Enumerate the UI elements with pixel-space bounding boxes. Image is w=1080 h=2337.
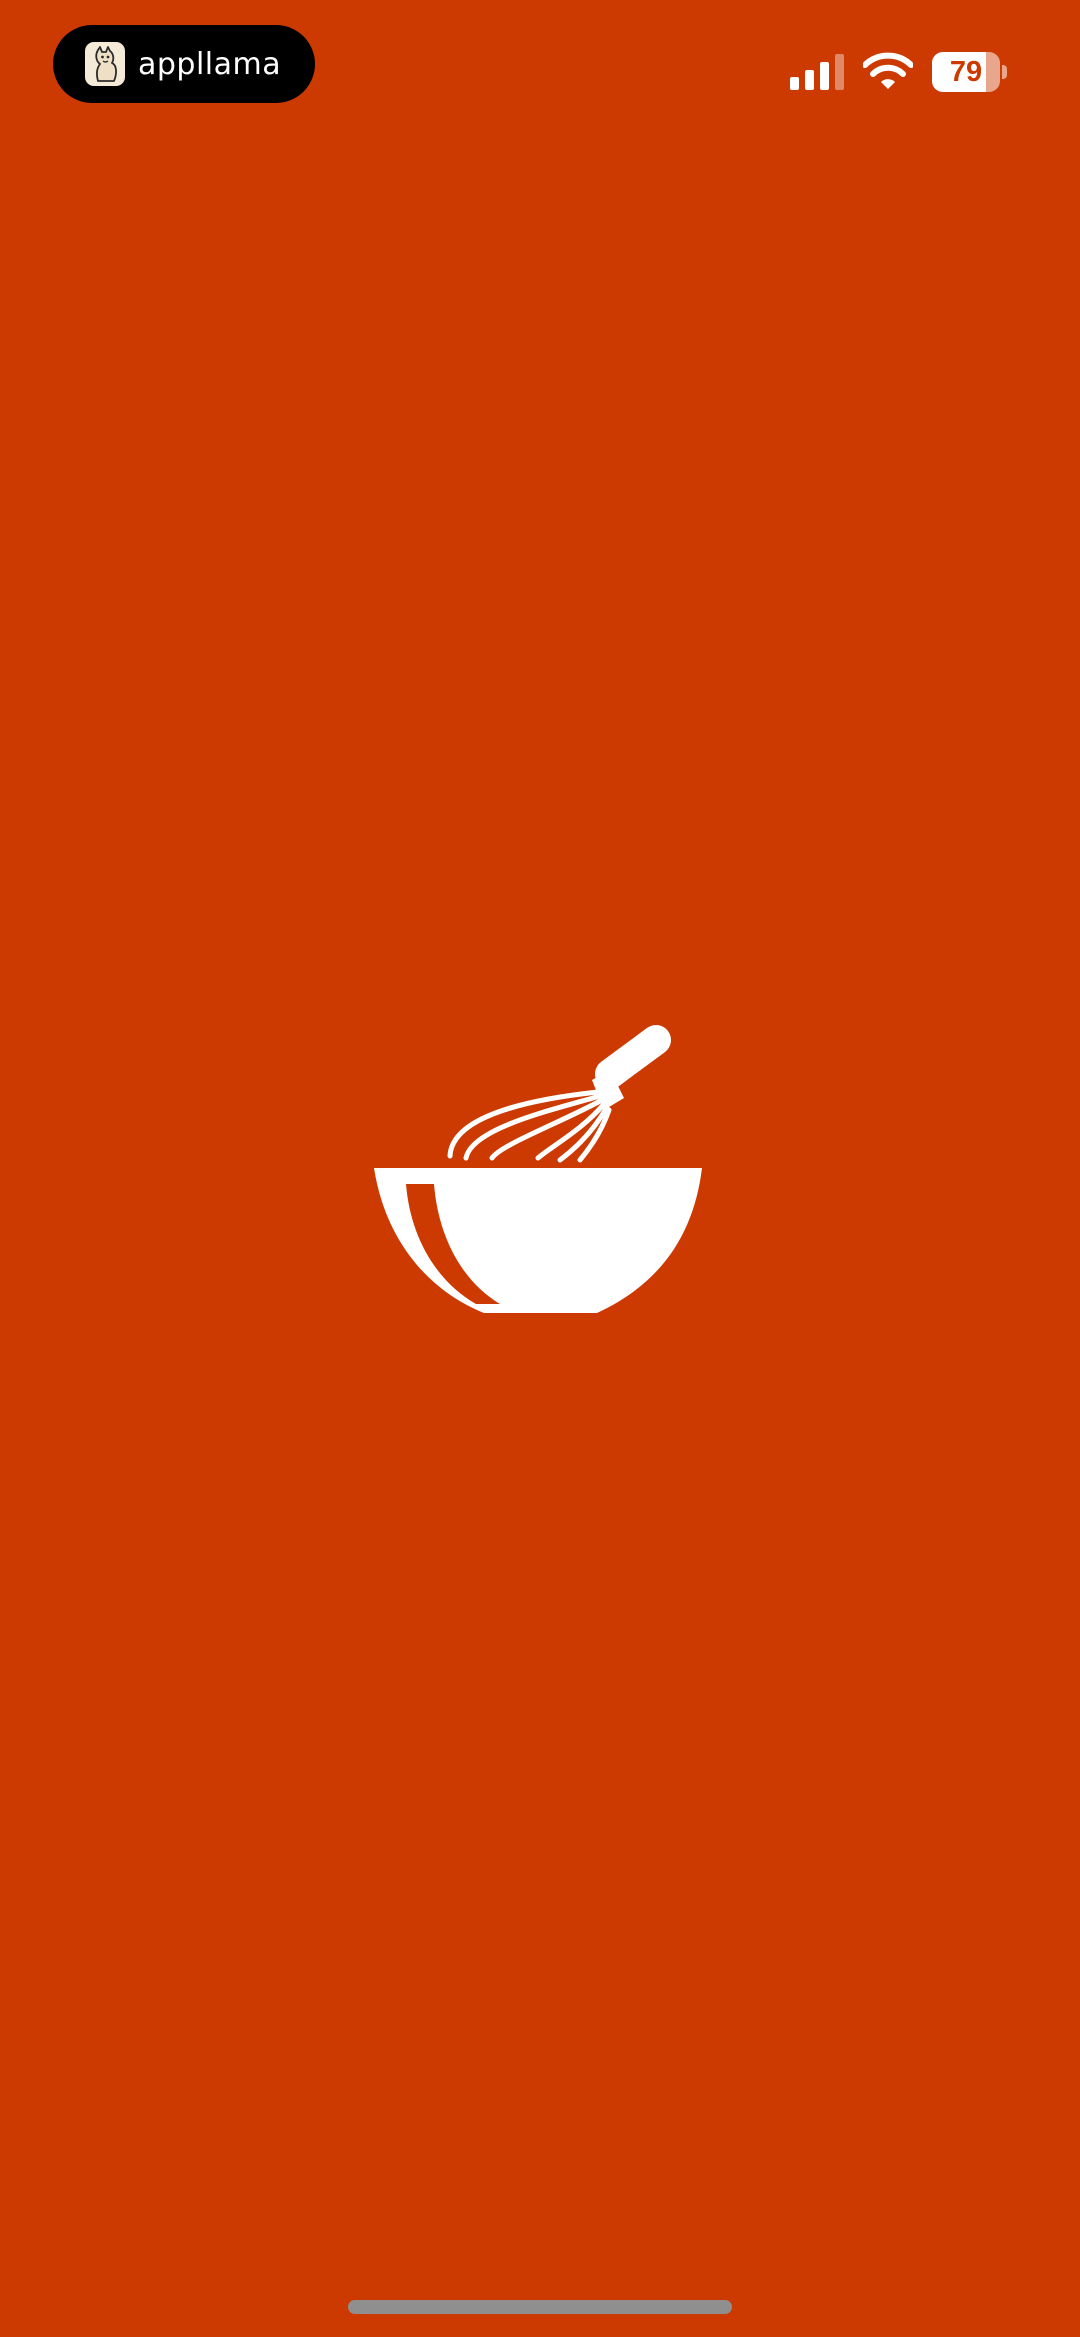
mixing-bowl-whisk-icon [374,1025,702,1313]
wifi-icon [863,52,913,89]
island-app-name: appllama [138,46,282,82]
splash-screen: appllama 79 [0,0,1080,2337]
battery-icon: 79 [932,52,1007,92]
battery-level: 79 [949,56,983,88]
dynamic-island[interactable]: appllama [53,25,315,103]
cellular-signal-icon [790,54,844,90]
llama-icon [85,42,125,86]
battery-tip [1002,65,1007,79]
status-bar: appllama 79 [0,0,1080,150]
home-indicator[interactable] [348,2300,732,2314]
battery-body: 79 [932,52,1000,92]
